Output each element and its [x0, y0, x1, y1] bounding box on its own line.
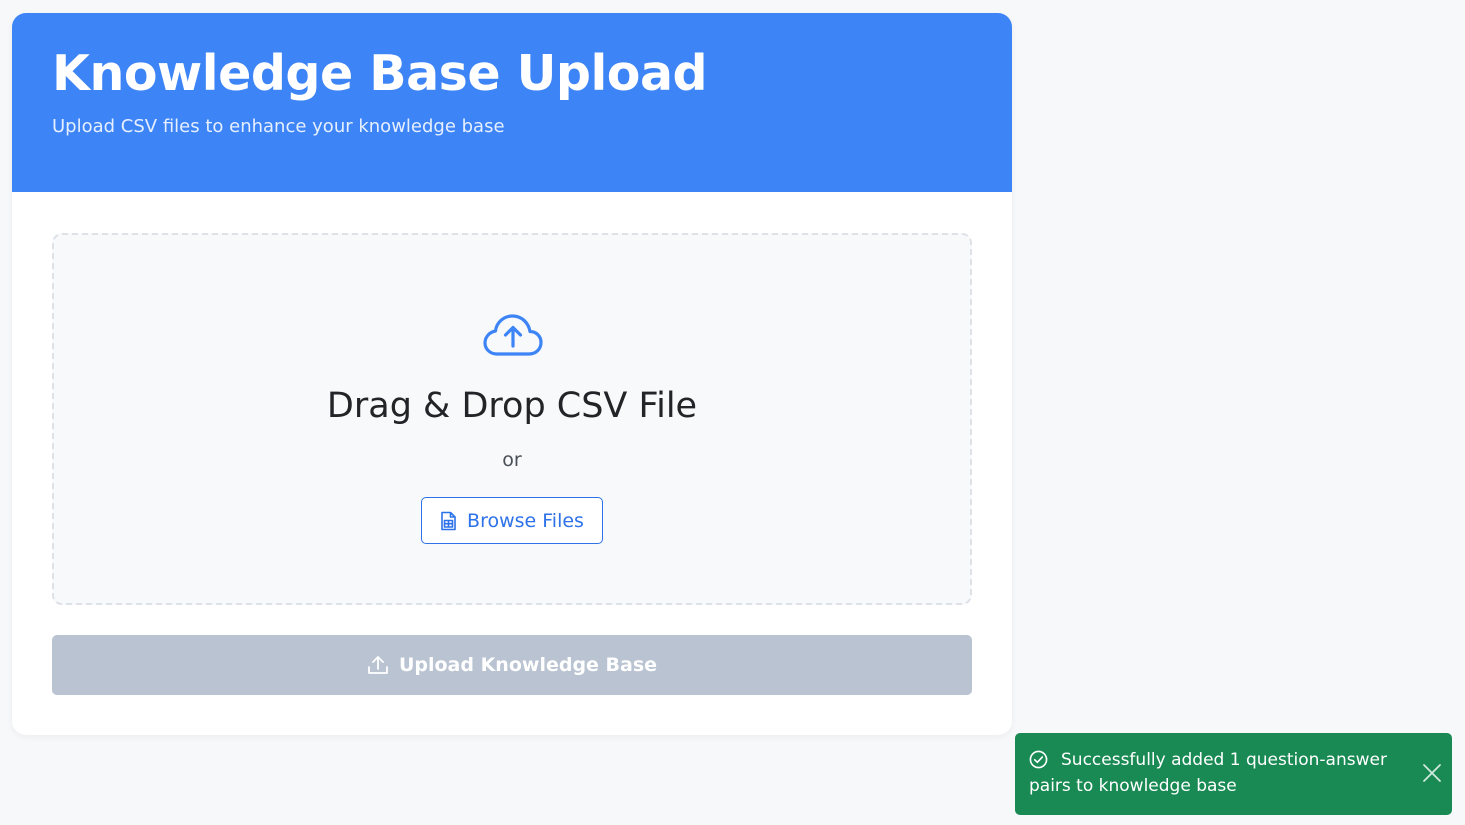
- card-header: Knowledge Base Upload Upload CSV files t…: [12, 13, 1012, 192]
- check-circle-icon: [1029, 750, 1048, 769]
- file-dropzone[interactable]: Drag & Drop CSV File or Browse Files: [52, 233, 972, 605]
- page-title: Knowledge Base Upload: [52, 45, 708, 102]
- file-spreadsheet-icon: [441, 511, 456, 530]
- cloud-upload-icon: [483, 314, 543, 356]
- page-subtitle: Upload CSV files to enhance your knowled…: [52, 116, 505, 137]
- upload-card: Knowledge Base Upload Upload CSV files t…: [12, 13, 1012, 735]
- close-icon[interactable]: [1422, 763, 1442, 783]
- success-toast: Successfully added 1 question-answer pai…: [1015, 733, 1452, 815]
- upload-icon: [368, 656, 388, 674]
- dropzone-separator: or: [502, 449, 522, 471]
- browse-files-label: Browse Files: [467, 509, 584, 532]
- toast-message: Successfully added 1 question-answer pai…: [1029, 750, 1387, 796]
- dropzone-title: Drag & Drop CSV File: [326, 386, 698, 426]
- upload-knowledge-base-button[interactable]: Upload Knowledge Base: [52, 635, 972, 695]
- browse-files-button[interactable]: Browse Files: [421, 497, 603, 544]
- upload-button-label: Upload Knowledge Base: [398, 654, 658, 676]
